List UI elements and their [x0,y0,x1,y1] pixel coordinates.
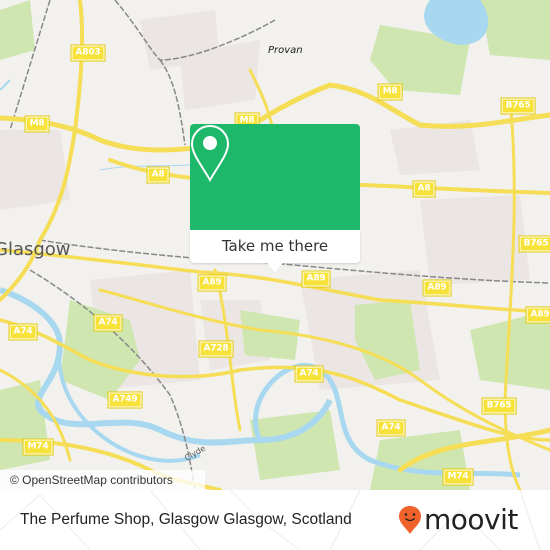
road-label-a74-southeast: A74 [376,419,406,437]
location-popup: Take me there [190,124,360,272]
road-label-m8-west: M8 [24,115,50,133]
road-label-b765-e: B765 [518,235,550,253]
place-label-provan: Provan [268,45,303,56]
moovit-smiley-pin-icon [399,506,421,534]
road-label-a74-center: A74 [93,314,123,332]
road-label-a8-east: A8 [412,180,436,198]
footer-bar: The Perfume Shop, Glasgow Glasgow, Scotl… [0,490,550,550]
popup-pointer [267,263,283,272]
road-label-a89-west: A89 [197,274,227,292]
road-label-a89-east: A89 [422,279,452,297]
map-view[interactable]: Provan Glasgow Clyde A803 M8 M8 M8 B765 … [0,0,550,490]
take-me-there-button[interactable]: Take me there [190,230,360,263]
popup-header [190,124,360,230]
road-label-a74-west: A74 [8,323,38,341]
road-label-b765-ne: B765 [500,97,536,115]
road-label-m74-east: M74 [442,468,474,486]
road-label-m74-west: M74 [22,438,54,456]
road-label-b765-se: B765 [481,397,517,415]
road-label-a749: A749 [107,391,143,409]
road-label-a89-far-east: A89 [525,306,550,324]
road-label-a89-center: A89 [301,270,331,288]
moovit-wordmark: moovit [424,503,518,536]
road-label-a8-west: A8 [146,166,170,184]
moovit-logo[interactable]: moovit [398,502,518,538]
location-title: The Perfume Shop, Glasgow Glasgow, Scotl… [20,511,352,528]
road-label-m8-east: M8 [377,83,403,101]
map-attribution[interactable]: © OpenStreetMap contributors [0,470,205,490]
road-label-a74-south: A74 [294,365,324,383]
road-label-a728: A728 [198,340,234,358]
road-label-a803: A803 [70,44,106,62]
map-pin-icon [190,124,230,182]
place-label-glasgow: Glasgow [0,239,71,260]
